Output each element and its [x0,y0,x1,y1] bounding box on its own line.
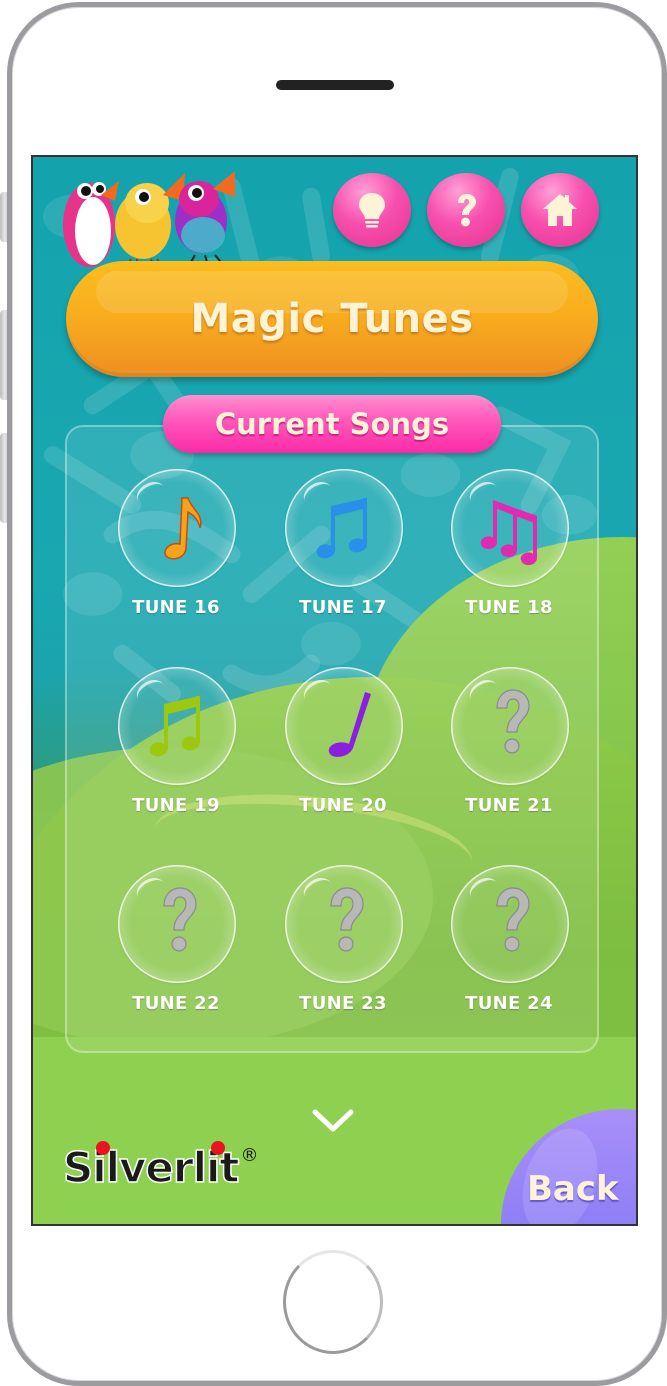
locked-question-icon [330,887,364,952]
back-button-label: Back [527,1169,619,1209]
tune-label: TUNE 19 [132,795,220,816]
tune-bubble[interactable] [451,469,569,587]
home-icon [543,194,577,226]
section-title-banner: Current Songs [163,395,501,453]
tune-bubble[interactable] [118,667,236,785]
tune-bubble[interactable] [285,865,403,983]
app-screen: Magic Tunes Current Songs TUNE 16 TUNE 17… [31,155,638,1226]
music-note-icon [164,497,202,560]
hint-button[interactable] [333,173,411,247]
tune-item[interactable]: TUNE 16 [106,469,246,629]
tune-label: TUNE 24 [465,993,553,1014]
tune-item[interactable]: TUNE 17 [273,469,413,629]
tune-item[interactable]: TUNE 20 [273,667,413,827]
registered-mark: ® [240,1145,259,1166]
page-title-banner: Magic Tunes [66,261,598,377]
music-note-icon [480,500,537,566]
tune-label: TUNE 16 [132,597,220,618]
locked-question-icon [496,887,530,952]
tune-item[interactable]: TUNE 18 [439,469,579,629]
brand-name: Silverlit [62,1143,240,1192]
tune-item[interactable]: TUNE 22 [106,865,246,1025]
phone-speaker [276,80,394,90]
music-note-icon [328,692,371,757]
birds-mascot-icon [63,171,235,272]
help-button[interactable] [427,173,505,247]
logo-dot [211,1141,225,1155]
tune-label: TUNE 21 [465,795,553,816]
tune-label: TUNE 17 [299,597,387,618]
tune-bubble[interactable] [285,667,403,785]
tune-bubble[interactable] [118,469,236,587]
tune-label: TUNE 18 [465,597,553,618]
tune-bubble[interactable] [451,667,569,785]
silverlit-logo: Silverlit ® [62,1141,259,1192]
chevron-down-icon[interactable] [310,1107,356,1135]
tune-item[interactable]: TUNE 23 [273,865,413,1025]
tune-label: TUNE 20 [299,795,387,816]
tune-bubble[interactable] [451,865,569,983]
tune-item[interactable]: TUNE 24 [439,865,579,1025]
tune-bubble[interactable] [118,865,236,983]
tune-label: TUNE 22 [132,993,220,1014]
section-title: Current Songs [214,407,450,441]
home-button[interactable] [521,173,599,247]
locked-question-icon [163,887,197,952]
tune-label: TUNE 23 [299,993,387,1014]
locked-question-icon [496,689,530,754]
logo-dot [96,1141,110,1155]
question-icon [458,194,476,227]
music-note-icon [149,696,200,757]
tune-bubble[interactable] [285,469,403,587]
tune-item[interactable]: TUNE 21 [439,667,579,827]
phone-home-button[interactable] [283,1250,383,1354]
tune-item[interactable]: TUNE 19 [106,667,246,827]
lightbulb-icon [359,193,385,228]
music-note-icon [316,498,367,559]
page-title: Magic Tunes [190,296,474,342]
